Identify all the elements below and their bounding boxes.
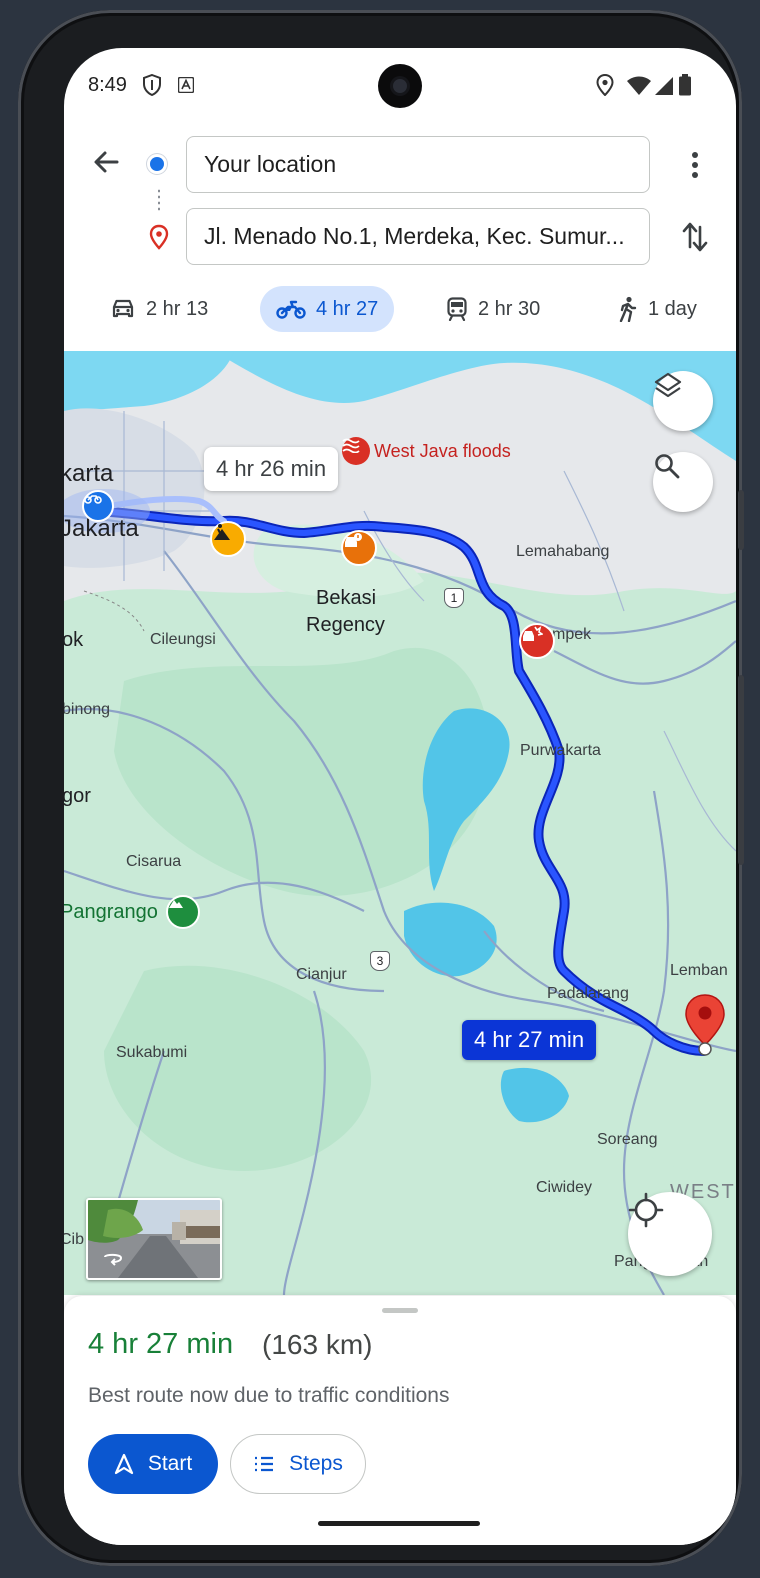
steps-button-label: Steps: [289, 1452, 343, 1475]
map-label-soreang: Soreang: [597, 1131, 658, 1148]
layers-icon: [654, 372, 682, 398]
road-shield-3: 3: [370, 951, 390, 971]
map-label-bekasi-2: Regency: [306, 614, 385, 636]
back-arrow-icon: [94, 151, 119, 173]
map-label-lemahabang: Lemahabang: [516, 543, 610, 560]
crosshair-icon: [628, 1192, 664, 1228]
steps-button[interactable]: Steps: [230, 1434, 366, 1494]
map-canvas: [64, 351, 736, 1295]
start-button-label: Start: [147, 1452, 193, 1475]
font-notification-icon: [177, 76, 195, 98]
map-label-cisarua: Cisarua: [126, 853, 182, 870]
swap-vert-icon: [682, 222, 708, 252]
directions-sheet: 4 hr 27 min (163 km) Best route now due …: [64, 1296, 736, 1545]
origin-marker-icon: [82, 490, 114, 522]
mode-driving-tab[interactable]: 2 hr 13: [110, 286, 208, 332]
battery-icon: [678, 74, 692, 101]
mode-transit-tab[interactable]: 2 hr 30: [446, 286, 540, 332]
power-button: [738, 675, 744, 865]
origin-dot-icon: [150, 157, 164, 171]
destination-input[interactable]: Jl. Menado No.1, Merdeka, Kec. Sumur...: [186, 208, 650, 265]
map-label-ciwidey: Ciwidey: [536, 1179, 593, 1196]
back-button[interactable]: [86, 142, 126, 182]
map-label-lembang: Lemban: [670, 962, 728, 979]
map-label-bekasi-1: Bekasi: [316, 587, 377, 609]
motorcycle-icon: [276, 300, 306, 319]
status-time: 8:49: [88, 74, 127, 96]
mode-driving-label: 2 hr 13: [146, 297, 209, 320]
map-view[interactable]: karta Jakarta Bekasi Regency Lemahabang …: [64, 351, 736, 1295]
mode-walking-label: 1 day: [648, 297, 697, 320]
navigation-arrow-icon: [114, 1453, 133, 1475]
swap-directions-button[interactable]: [676, 218, 714, 256]
main-route-time-bubble[interactable]: 4 hr 27 min: [462, 1020, 597, 1060]
phone-frame: 8:49 Your location Jl. Menado No.1, Merd…: [18, 10, 744, 1566]
wifi-icon: [626, 76, 652, 101]
map-label-cibinong: binong: [64, 701, 111, 718]
sheet-drag-handle[interactable]: [382, 1308, 418, 1313]
flood-alert-label[interactable]: West Java floods: [374, 441, 511, 462]
list-icon: [255, 1456, 274, 1472]
walk-icon: [619, 296, 637, 322]
status-bar: 8:49: [64, 48, 736, 124]
destination-pin-icon: [148, 224, 170, 255]
mountain-icon[interactable]: [166, 895, 200, 929]
screen: 8:49 Your location Jl. Menado No.1, Merd…: [64, 48, 736, 1545]
rotate-360-icon: [104, 1253, 123, 1266]
mode-transit-label: 2 hr 30: [478, 297, 541, 320]
car-icon: [112, 299, 134, 318]
front-camera: [378, 64, 422, 108]
signal-icon: [654, 76, 674, 101]
more-options-button[interactable]: [678, 148, 712, 182]
route-duration: 4 hr 27 min: [88, 1328, 234, 1360]
flood-alert-icon[interactable]: [342, 437, 370, 465]
start-button[interactable]: Start: [88, 1434, 218, 1494]
map-label-padalarang: Padalarang: [547, 985, 629, 1002]
more-vert-icon: [692, 152, 698, 178]
map-label-cileungsi: Cileungsi: [150, 631, 216, 648]
shield-icon: [142, 73, 162, 101]
route-connector: [158, 188, 160, 212]
mode-walking-tab[interactable]: 1 day: [616, 286, 697, 332]
map-label-depok: ok: [64, 629, 84, 651]
street-view-thumbnail[interactable]: [86, 1198, 222, 1280]
train-icon: [447, 297, 467, 321]
volume-button: [738, 490, 744, 550]
traffic-jam-icon[interactable]: [341, 530, 377, 566]
crash-icon[interactable]: [519, 623, 555, 659]
alt-route-time-bubble[interactable]: 4 hr 26 min: [204, 447, 339, 491]
map-label-sukabumi: Sukabumi: [116, 1044, 188, 1061]
my-location-button[interactable]: [628, 1192, 712, 1276]
map-label-bogor: gor: [64, 785, 91, 807]
roadwork-icon[interactable]: [210, 521, 246, 557]
map-label-purwakarta: Purwakarta: [520, 742, 601, 759]
map-label-cianjur: Cianjur: [296, 966, 347, 983]
location-status-icon: [596, 73, 614, 101]
map-label-jakarta-1: karta: [64, 460, 114, 487]
map-label-jatisari: mpek: [552, 626, 592, 643]
road-shield-1: 1: [444, 588, 464, 608]
layers-button[interactable]: [653, 371, 713, 431]
mode-motorcycle-label: 4 hr 27: [316, 297, 379, 320]
route-distance: (163 km): [262, 1329, 373, 1360]
origin-input[interactable]: Your location: [186, 136, 650, 193]
route-description: Best route now due to traffic conditions: [88, 1384, 450, 1407]
mode-motorcycle-tab[interactable]: 4 hr 27: [260, 286, 395, 332]
search-along-route-button[interactable]: [653, 452, 713, 512]
map-label-cibadak: Cib: [64, 1231, 85, 1248]
search-icon: [655, 454, 680, 479]
map-label-pangrango: Pangrango: [64, 901, 158, 923]
gesture-nav-bar[interactable]: [318, 1521, 480, 1526]
